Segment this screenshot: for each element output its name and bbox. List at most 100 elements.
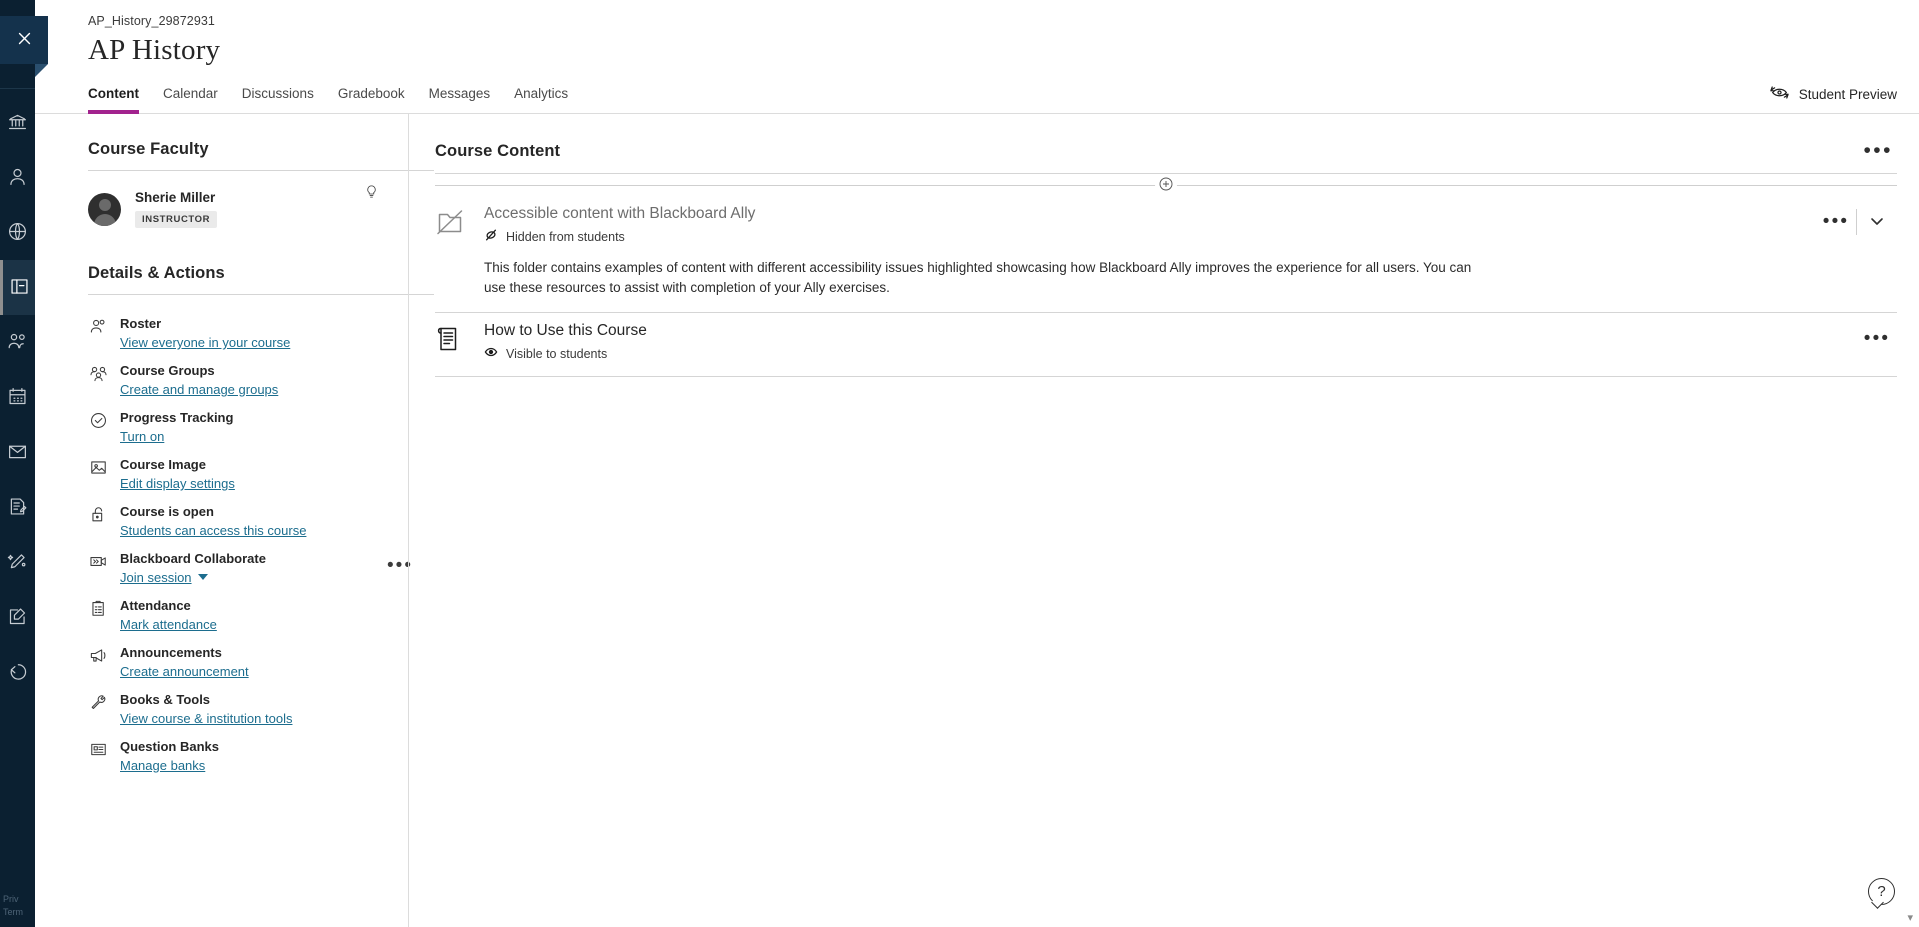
details-item-link[interactable]: Edit display settings <box>120 475 235 492</box>
tab-messages[interactable]: Messages <box>417 86 503 113</box>
details-item-link[interactable]: Manage banks <box>120 757 205 774</box>
details-item-announcements[interactable]: Announcements Create announcement <box>88 639 408 686</box>
details-item-link[interactable]: View course & institution tools <box>120 710 292 727</box>
sidebar-item-grades[interactable] <box>0 480 35 535</box>
sidebar-item-signout[interactable] <box>0 645 35 700</box>
content-item-ally-folder[interactable]: Accessible content with Blackboard Ally … <box>435 196 1897 298</box>
tab-content[interactable]: Content <box>88 86 151 114</box>
sidebar-item-profile[interactable] <box>0 150 35 205</box>
chevron-down-icon[interactable] <box>197 574 208 580</box>
content-item-status-label: Hidden from students <box>506 229 625 244</box>
messages-icon <box>7 441 28 465</box>
add-content-button[interactable] <box>1155 174 1177 196</box>
details-item-link[interactable]: Create and manage groups <box>120 381 278 398</box>
details-item-progress-tracking[interactable]: Progress Tracking Turn on <box>88 404 408 451</box>
sidebar-item-tools[interactable] <box>0 535 35 590</box>
content-item-body: Accessible content with Blackboard Ally … <box>484 204 1816 298</box>
sidebar-item-courses[interactable] <box>0 260 35 315</box>
tips-hint-button[interactable] <box>364 183 379 203</box>
terms-link[interactable]: Term <box>3 906 23 919</box>
details-item-collaborate[interactable]: Blackboard Collaborate Join session ••• <box>88 545 411 592</box>
details-item-course-image[interactable]: Course Image Edit display settings <box>88 451 408 498</box>
details-item-text: Announcements Create announcement <box>120 644 249 680</box>
details-item-link[interactable]: Mark attendance <box>120 616 217 633</box>
details-item-link[interactable]: Create announcement <box>120 663 249 680</box>
details-item-attendance[interactable]: Attendance Mark attendance <box>88 592 408 639</box>
content-item-overflow-menu[interactable]: ••• <box>1857 323 1897 355</box>
details-item-title: Course Groups <box>120 363 215 378</box>
sidebar-item-messages[interactable] <box>0 425 35 480</box>
content-item-body: How to Use this Course Visible to studen… <box>484 321 1857 362</box>
details-item-title: Question Banks <box>120 739 219 754</box>
content-item-status-label: Visible to students <box>506 346 608 361</box>
video-icon <box>88 550 108 586</box>
details-item-question-banks[interactable]: Question Banks Manage banks <box>88 733 408 780</box>
signout-icon <box>7 661 28 685</box>
faculty-info: Sherie Miller INSTRUCTOR <box>135 190 218 228</box>
details-item-title: Course Image <box>120 457 206 472</box>
help-icon: ? <box>1877 883 1886 900</box>
tab-discussions[interactable]: Discussions <box>230 86 326 113</box>
details-item-books-tools[interactable]: Books & Tools View course & institution … <box>88 686 408 733</box>
details-item-link[interactable]: Turn on <box>120 428 164 445</box>
course-content-heading: Course Content <box>435 141 561 160</box>
question-bank-icon <box>88 738 108 774</box>
grades-icon <box>7 496 28 520</box>
details-item-title: Blackboard Collaborate <box>120 551 266 566</box>
visible-icon <box>484 345 498 362</box>
content-item-actions: ••• <box>1857 321 1897 362</box>
details-divider <box>88 294 434 295</box>
details-item-link[interactable]: View everyone in your course <box>120 334 290 351</box>
details-item-text: Books & Tools View course & institution … <box>120 691 292 727</box>
tab-calendar[interactable]: Calendar <box>151 86 230 113</box>
tab-analytics[interactable]: Analytics <box>502 86 580 113</box>
content-item-actions: ••• <box>1816 204 1897 298</box>
sidebar-item-globe[interactable] <box>0 205 35 260</box>
student-preview-button[interactable]: Student Preview <box>1769 84 1897 113</box>
roster-icon <box>88 315 108 351</box>
close-icon <box>16 30 33 50</box>
details-actions-section: Details & Actions Roster View everyone i… <box>88 264 434 780</box>
details-item-course-groups[interactable]: Course Groups Create and manage groups <box>88 357 408 404</box>
details-item-title: Progress Tracking <box>120 410 234 425</box>
details-item-link[interactable]: Join session <box>120 569 192 586</box>
course-content-panel: Course Content ••• Accessible content wi… <box>408 114 1919 927</box>
sidebar-item-notes[interactable] <box>0 590 35 645</box>
privacy-link[interactable]: Priv <box>3 893 19 906</box>
lightbulb-icon <box>364 185 379 203</box>
course-details-panel: Course Faculty Sherie Miller INSTRUCTOR … <box>35 114 434 927</box>
content-item-expand-button[interactable] <box>1857 206 1897 238</box>
hidden-icon <box>484 228 498 245</box>
course-content-overflow-menu[interactable]: ••• <box>1859 140 1897 162</box>
student-preview-icon <box>1769 84 1790 104</box>
blackboard-course-page: Priv Term AP_History_29872931 AP History… <box>0 0 1919 927</box>
page-title: AP History <box>88 34 221 66</box>
close-course-button[interactable] <box>0 16 48 77</box>
details-item-link[interactable]: Students can access this course <box>120 522 306 539</box>
details-item-text: Blackboard Collaborate Join session <box>120 550 266 586</box>
tab-gradebook[interactable]: Gradebook <box>326 86 417 113</box>
content-item-title[interactable]: Accessible content with Blackboard Ally <box>484 204 1810 224</box>
page-header: AP_History_29872931 AP History <box>35 0 1919 67</box>
details-item-text: Course Groups Create and manage groups <box>120 362 278 398</box>
image-icon <box>88 456 108 492</box>
page-body: Course Faculty Sherie Miller INSTRUCTOR … <box>35 114 1919 927</box>
clipboard-icon <box>88 597 108 633</box>
sidebar-item-calendar[interactable] <box>0 370 35 425</box>
document-icon <box>435 321 484 362</box>
help-button[interactable]: ? <box>1868 878 1895 905</box>
details-item-title: Books & Tools <box>120 692 211 707</box>
course-page: AP_History_29872931 AP History Content C… <box>35 0 1919 927</box>
details-item-course-open[interactable]: Course is open Students can access this … <box>88 498 408 545</box>
faculty-member[interactable]: Sherie Miller INSTRUCTOR <box>88 190 408 228</box>
content-item-overflow-menu[interactable]: ••• <box>1816 206 1856 238</box>
wrench-icon <box>88 691 108 727</box>
sidebar-item-groups[interactable] <box>0 315 35 370</box>
content-item-title[interactable]: How to Use this Course <box>484 321 1851 341</box>
details-item-roster[interactable]: Roster View everyone in your course <box>88 310 408 357</box>
details-item-text: Roster View everyone in your course <box>120 315 290 351</box>
sidebar-item-institution[interactable] <box>0 95 35 150</box>
scroll-down-indicator[interactable]: ▾ <box>1907 911 1913 924</box>
content-item-how-to-use[interactable]: How to Use this Course Visible to studen… <box>435 313 1897 362</box>
faculty-role-badge: INSTRUCTOR <box>135 211 218 228</box>
